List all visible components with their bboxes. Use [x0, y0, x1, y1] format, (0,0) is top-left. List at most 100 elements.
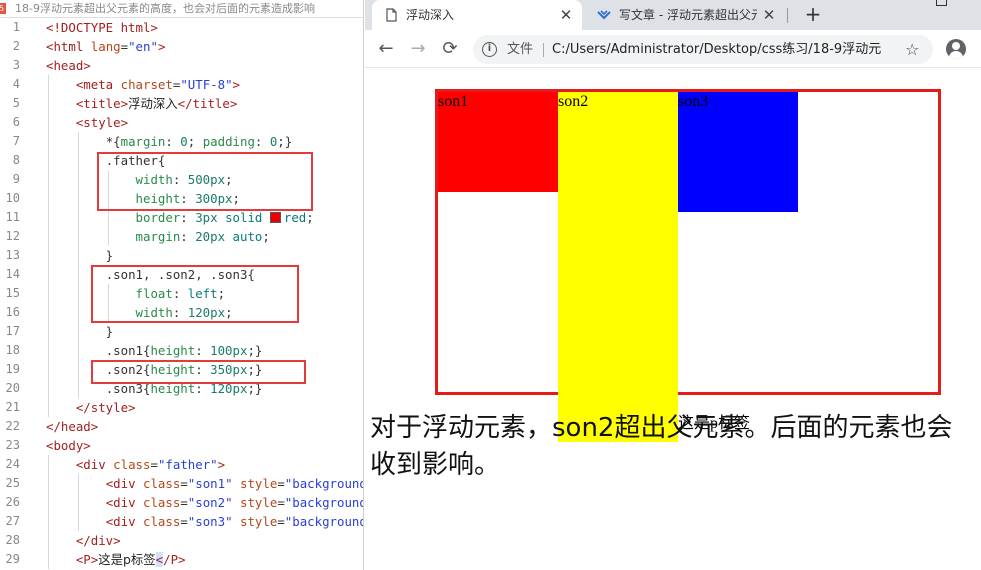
code-line[interactable]: 7 *{margin: 0; padding: 0;} [0, 132, 363, 151]
new-tab-button[interactable]: + [801, 3, 825, 27]
code-text[interactable]: <style> [46, 113, 128, 132]
indent-guide [48, 455, 49, 474]
line-number: 24 [5, 457, 20, 471]
line-number: 2 [12, 39, 20, 53]
indent-guide [78, 227, 79, 246]
code-text[interactable]: </style> [46, 398, 136, 417]
code-line[interactable]: 4 <meta charset="UTF-8"> [0, 75, 363, 94]
indent-guide [48, 550, 49, 569]
line-number: 20 [5, 381, 20, 395]
indent-guide [78, 379, 79, 398]
code-line[interactable]: 6 <style> [0, 113, 363, 132]
code-text[interactable]: <html lang="en"> [46, 37, 165, 56]
indent-guide [78, 170, 79, 189]
line-number: 1 [12, 20, 20, 34]
code-line[interactable]: 29 <P>这是p标签</P> [0, 550, 363, 569]
page-icon [386, 8, 397, 22]
indent-guide [48, 474, 49, 493]
indent-guide [108, 227, 109, 246]
code-line[interactable]: 21 </style> [0, 398, 363, 417]
indent-guide [48, 303, 49, 322]
indent-guide [78, 303, 79, 322]
reload-button[interactable]: ⟳ [439, 38, 461, 60]
code-text[interactable]: </head> [46, 417, 98, 436]
code-text[interactable]: margin: 20px auto; [46, 227, 270, 246]
code-text[interactable]: <body> [46, 436, 91, 455]
tab-label: 浮动深入 [406, 8, 455, 22]
line-number: 28 [5, 533, 20, 547]
indent-guide [78, 493, 79, 512]
code-text[interactable]: <div class="son3" style="background-colo… [46, 512, 363, 531]
indent-guide [78, 265, 79, 284]
indent-guide [48, 379, 49, 398]
address-bar[interactable]: i 文件 C:/Users/Administrator/Desktop/css练… [473, 35, 933, 64]
code-line[interactable]: 13 } [0, 246, 363, 265]
line-number: 13 [5, 248, 20, 262]
code-editor[interactable]: 5 18-9浮动元素超出父元素的高度，也会对后面的元素造成影响 1 <!DOCTY… [0, 0, 364, 570]
code-text[interactable]: *{margin: 0; padding: 0;} [46, 132, 293, 151]
code-text[interactable]: <div class="father"> [46, 455, 225, 474]
code-line[interactable]: 27 <div class="son3" style="background-c… [0, 512, 363, 531]
annotation-float-width [91, 265, 299, 323]
line-number: 17 [5, 324, 20, 338]
code-line[interactable]: 28 </div> [0, 531, 363, 550]
forward-button[interactable]: → [407, 38, 429, 60]
code-text[interactable]: <!DOCTYPE html> [46, 18, 158, 37]
line-number: 8 [12, 153, 20, 167]
indent-guide [78, 360, 79, 379]
url-text[interactable]: C:/Users/Administrator/Desktop/css练习/18-… [552, 35, 882, 64]
code-text[interactable]: <meta charset="UTF-8"> [46, 75, 240, 94]
indent-guide [78, 246, 79, 265]
browser-toolbar: ← → ⟳ i 文件 C:/Users/Administrator/Deskto… [365, 30, 981, 68]
indent-guide [48, 512, 49, 531]
line-number: 26 [5, 495, 20, 509]
tab-active[interactable]: 浮动深入 ✕ [372, 0, 582, 30]
indent-guide [48, 322, 49, 341]
indent-guide [48, 284, 49, 303]
line-number: 19 [5, 362, 20, 376]
profile-avatar-icon[interactable] [946, 39, 966, 59]
page-viewport: son1 son2 son3 这是p标签 对于浮动元素，son2超出父元素。后面… [365, 69, 981, 570]
indent-guide [48, 227, 49, 246]
csdn-icon [597, 10, 611, 20]
indent-guide [48, 151, 49, 170]
annotation-son2-height [91, 360, 306, 384]
tab-separator [787, 8, 788, 23]
code-line[interactable]: 18 .son1{height: 100px;} [0, 341, 363, 360]
code-text[interactable]: } [46, 246, 113, 265]
code-line[interactable]: 3 <head> [0, 56, 363, 75]
line-number: 10 [5, 191, 20, 205]
code-text[interactable]: <head> [46, 56, 91, 75]
code-text[interactable]: </div> [46, 531, 121, 550]
code-line[interactable]: 25 <div class="son1" style="background-c… [0, 474, 363, 493]
son3-box: son3 [678, 92, 798, 212]
code-text[interactable]: <div class="son1" style="background-colo… [46, 474, 363, 493]
indent-guide [78, 284, 79, 303]
indent-guide [78, 151, 79, 170]
line-number: 7 [12, 134, 20, 148]
back-button[interactable]: ← [375, 38, 397, 60]
code-line[interactable]: 1 <!DOCTYPE html> [0, 18, 363, 37]
code-line[interactable]: 2 <html lang="en"> [0, 37, 363, 56]
bookmark-star-icon[interactable]: ☆ [905, 35, 919, 64]
code-line[interactable]: 17 } [0, 322, 363, 341]
code-text[interactable]: <P>这是p标签</P> [46, 550, 186, 569]
info-icon[interactable]: i [482, 42, 497, 57]
code-line[interactable]: 24 <div class="father"> [0, 455, 363, 474]
code-line[interactable]: 23 <body> [0, 436, 363, 455]
code-text[interactable]: } [46, 322, 113, 341]
close-icon[interactable]: ✕ [558, 7, 574, 23]
close-icon[interactable]: ✕ [761, 7, 777, 23]
code-line[interactable]: 26 <div class="son2" style="background-c… [0, 493, 363, 512]
code-text[interactable]: <title>浮动深入</title> [46, 94, 237, 113]
scheme-label: 文件 [507, 42, 534, 57]
line-number: 3 [12, 58, 20, 72]
indent-guide [78, 132, 79, 151]
indent-guide [48, 493, 49, 512]
code-line[interactable]: 12 margin: 20px auto; [0, 227, 363, 246]
tab-inactive[interactable]: 写文章 - 浮动元素超出父元素的高度 ✕ [585, 0, 785, 30]
code-text[interactable]: <div class="son2" style="background-colo… [46, 493, 363, 512]
code-line[interactable]: 5 <title>浮动深入</title> [0, 94, 363, 113]
maximize-icon[interactable] [936, 0, 947, 6]
code-line[interactable]: 22 </head> [0, 417, 363, 436]
